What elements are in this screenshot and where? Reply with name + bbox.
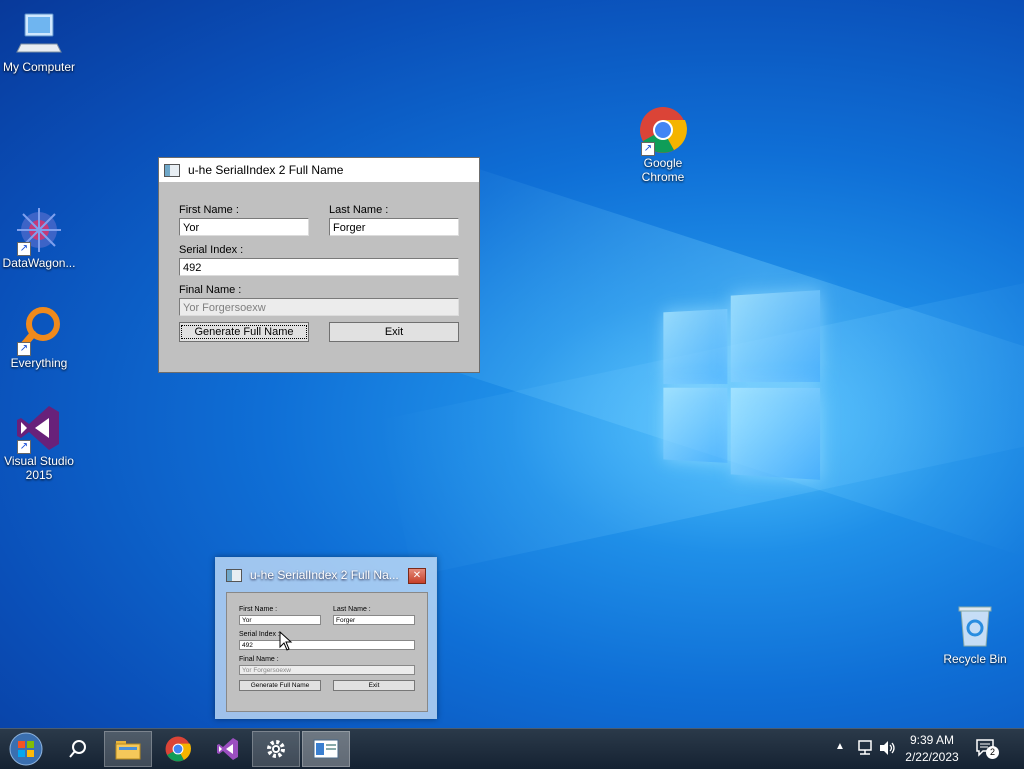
final-name-label: Final Name :: [179, 284, 241, 296]
first-name-label: First Name :: [179, 204, 239, 216]
final-name-field[interactable]: Yor Forgersoexw: [179, 298, 459, 316]
mouse-cursor-icon: [279, 631, 293, 656]
desktop-icon-google-chrome[interactable]: ↗ Google Chrome: [622, 106, 704, 184]
chrome-icon: ↗: [639, 106, 687, 154]
thumbnail-window-preview: First Name : Yor Last Name : Forger Seri…: [226, 592, 428, 712]
desktop-icon-label: DataWagon...: [0, 256, 80, 270]
desktop-icon-label: Everything: [0, 356, 80, 370]
exit-button[interactable]: Exit: [329, 322, 459, 342]
taskbar-google-chrome[interactable]: [154, 731, 202, 767]
exit-button: Exit: [333, 680, 415, 691]
taskbar-settings[interactable]: [252, 731, 300, 767]
desktop-icon-label: Visual Studio 2015: [0, 454, 80, 482]
magnifier-icon: ↗: [15, 306, 63, 354]
generate-full-name-button[interactable]: Generate Full Name: [179, 322, 309, 342]
thumbnail-title-bar: u-he SerialIndex 2 Full Na...: [216, 558, 436, 592]
serialindex-dialog: u-he SerialIndex 2 Full Name First Name …: [158, 157, 480, 373]
visual-studio-icon: [216, 737, 240, 761]
desktop-icon-datawagon[interactable]: ↗ DataWagon...: [0, 206, 80, 270]
last-name-field: Forger: [333, 615, 415, 625]
shortcut-arrow-icon: ↗: [17, 440, 31, 454]
clock-time: 9:39 AM: [904, 732, 960, 749]
first-name-label: First Name :: [239, 606, 277, 613]
first-name-field[interactable]: Yor: [179, 218, 309, 236]
taskbar-thumbnail-preview[interactable]: u-he SerialIndex 2 Full Na... ✕ First Na…: [215, 557, 437, 719]
network-icon[interactable]: [856, 740, 874, 759]
tray-overflow-chevron-icon[interactable]: ▲: [835, 741, 845, 752]
datawagon-icon: ↗: [15, 206, 63, 254]
app-window-icon: [313, 739, 339, 759]
thumbnail-title: u-he SerialIndex 2 Full Na...: [250, 568, 399, 582]
clock-date: 2/22/2023: [904, 749, 960, 766]
notification-count-badge: 2: [986, 746, 999, 759]
generate-full-name-button: Generate Full Name: [239, 680, 321, 691]
final-name-field: Yor Forgersoexw: [239, 665, 415, 675]
serial-index-label: Serial Index :: [179, 244, 243, 256]
taskbar-clock[interactable]: 9:39 AM 2/22/2023: [904, 732, 960, 766]
desktop-icon-visual-studio[interactable]: ↗ Visual Studio 2015: [0, 404, 80, 482]
serial-index-label: Serial Index :: [239, 631, 280, 638]
action-center-button[interactable]: 2: [975, 738, 997, 761]
desktop-icon-my-computer[interactable]: My Computer: [0, 10, 80, 74]
last-name-label: Last Name :: [333, 606, 371, 613]
shortcut-arrow-icon: ↗: [17, 342, 31, 356]
recycle-bin-icon: [951, 602, 999, 650]
taskbar-visual-studio[interactable]: [204, 731, 252, 767]
windows-wallpaper-logo: [663, 290, 822, 480]
desktop-icon-label: Recycle Bin: [934, 652, 1016, 666]
taskbar-serialindex-app[interactable]: [302, 731, 350, 767]
computer-icon: [15, 10, 63, 58]
search-button[interactable]: [54, 731, 102, 767]
gear-icon: [264, 737, 288, 761]
app-window-icon: [226, 569, 242, 582]
desktop-icon-label: Google Chrome: [622, 156, 704, 184]
last-name-label: Last Name :: [329, 204, 388, 216]
taskbar: ▲ 9:39 AM 2/22/2023 2: [0, 728, 1024, 769]
serial-index-field: 492: [239, 640, 415, 650]
first-name-field: Yor: [239, 615, 321, 625]
serial-index-field[interactable]: 492: [179, 258, 459, 276]
shortcut-arrow-icon: ↗: [641, 142, 655, 156]
app-window-icon: [164, 164, 180, 177]
shortcut-arrow-icon: ↗: [17, 242, 31, 256]
final-name-label: Final Name :: [239, 656, 279, 663]
taskbar-file-explorer[interactable]: [104, 731, 152, 767]
desktop-icon-label: My Computer: [0, 60, 80, 74]
volume-icon[interactable]: [879, 740, 897, 759]
chrome-icon: [165, 736, 191, 762]
start-button[interactable]: [2, 731, 50, 767]
dialog-title: u-he SerialIndex 2 Full Name: [188, 163, 343, 177]
last-name-field[interactable]: Forger: [329, 218, 459, 236]
dialog-title-bar[interactable]: u-he SerialIndex 2 Full Name: [159, 158, 479, 182]
windows-orb-icon: [8, 731, 44, 767]
folder-icon: [115, 738, 141, 760]
visual-studio-icon: ↗: [15, 404, 63, 452]
thumbnail-close-button[interactable]: ✕: [408, 568, 426, 584]
search-icon: [68, 739, 88, 759]
desktop-icon-recycle-bin[interactable]: Recycle Bin: [934, 602, 1016, 666]
desktop-icon-everything[interactable]: ↗ Everything: [0, 306, 80, 370]
